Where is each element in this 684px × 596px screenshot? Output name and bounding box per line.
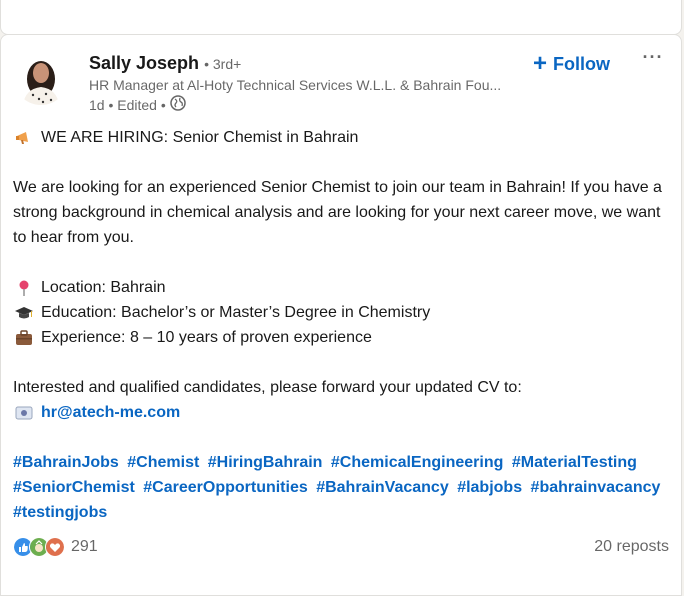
hashtag-link[interactable]: #HiringBahrain xyxy=(208,454,323,471)
location-line: Location: Bahrain xyxy=(13,275,673,300)
post-title-line: WE ARE HIRING: Senior Chemist in Bahrain xyxy=(13,125,673,150)
hashtag-link[interactable]: #SeniorChemist xyxy=(13,479,135,496)
hashtag-link[interactable]: #Chemist xyxy=(127,454,199,471)
experience-line: Experience: 8 – 10 years of proven exper… xyxy=(13,325,673,350)
education-text: Education: Bachelor’s or Master’s Degree… xyxy=(41,304,431,321)
post-title: WE ARE HIRING: Senior Chemist in Bahrain xyxy=(41,129,359,146)
hashtag-link[interactable]: #labjobs xyxy=(457,479,522,496)
hashtag-link[interactable]: #BahrainVacancy xyxy=(316,479,449,496)
reactions-summary[interactable]: 291 xyxy=(13,537,98,557)
love-reaction-icon xyxy=(45,537,65,557)
previous-post-card xyxy=(0,0,682,35)
hashtag-list: #BahrainJobs #Chemist #HiringBahrain #Ch… xyxy=(13,450,673,525)
author-name[interactable]: Sally Joseph xyxy=(89,53,199,73)
hashtag-link[interactable]: #MaterialTesting xyxy=(512,454,637,471)
reposts-count[interactable]: 20 reposts xyxy=(594,538,669,556)
author-name-line[interactable]: Sally Joseph • 3rd+ xyxy=(89,53,241,74)
author-avatar[interactable] xyxy=(13,49,69,105)
post-body: WE ARE HIRING: Senior Chemist in Bahrain… xyxy=(13,125,673,525)
email-link[interactable]: hr@atech-me.com xyxy=(41,400,180,425)
graduation-cap-icon xyxy=(13,304,35,322)
globe-icon xyxy=(170,95,186,114)
hashtag-link[interactable]: #CareerOpportunities xyxy=(143,479,307,496)
location-text: Location: Bahrain xyxy=(41,279,166,296)
post-intro: We are looking for an experienced Senior… xyxy=(13,179,662,246)
feed-post: Sally Joseph • 3rd+ HR Manager at Al-Hot… xyxy=(0,34,682,596)
hashtag-link[interactable]: #BahrainJobs xyxy=(13,454,119,471)
experience-text: Experience: 8 – 10 years of proven exper… xyxy=(41,329,372,346)
megaphone-icon xyxy=(13,129,35,147)
hashtag-link[interactable]: #ChemicalEngineering xyxy=(331,454,504,471)
follow-button[interactable]: + Follow xyxy=(533,49,610,79)
post-time: 1d • Edited • xyxy=(89,96,166,113)
education-line: Education: Bachelor’s or Master’s Degree… xyxy=(13,300,673,325)
more-options-button[interactable]: ··· xyxy=(639,47,667,71)
connection-degree: • 3rd+ xyxy=(204,56,242,72)
follow-label: Follow xyxy=(553,53,611,74)
hashtag-link[interactable]: #bahrainvacancy xyxy=(531,479,661,496)
hashtag-link[interactable]: #testingjobs xyxy=(13,504,107,521)
email-icon xyxy=(13,404,35,422)
cta-line: Interested and qualified candidates, ple… xyxy=(13,379,522,396)
author-headline: HR Manager at Al-Hoty Technical Services… xyxy=(89,77,502,93)
reactions-count: 291 xyxy=(71,538,98,555)
plus-icon: + xyxy=(533,50,548,77)
email-line: hr@atech-me.com xyxy=(13,400,673,425)
briefcase-icon xyxy=(13,329,35,347)
post-meta: 1d • Edited • xyxy=(89,95,186,114)
pushpin-icon xyxy=(13,279,35,297)
social-counts: 291 20 reposts xyxy=(13,535,669,559)
